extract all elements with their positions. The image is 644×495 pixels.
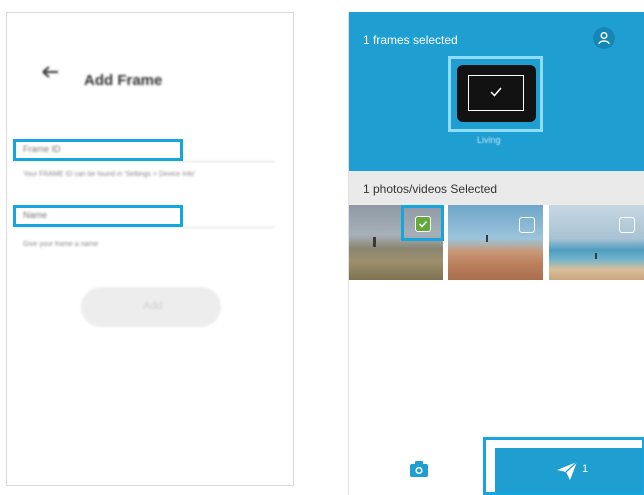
add-button-label: Add — [143, 300, 163, 312]
user-icon — [598, 32, 610, 45]
photos-selected-label: 1 photos/videos Selected — [363, 182, 498, 196]
photos-selected-bar: 1 photos/videos Selected — [349, 171, 644, 205]
frame-name-label: Living — [477, 135, 501, 145]
checkbox-highlight — [401, 205, 444, 241]
name-field-highlight — [13, 205, 183, 227]
person-figure — [595, 253, 597, 259]
frame-id-hint: Your FRAME ID can be found in 'Settings … — [23, 171, 196, 178]
add-frame-screen: Add Frame Frame ID Your FRAME ID can be … — [6, 12, 294, 486]
page-title: Add Frame — [84, 72, 163, 89]
name-hint: Give your frame a name — [23, 241, 99, 248]
send-button-highlight — [483, 437, 644, 495]
camera-icon[interactable] — [409, 460, 429, 478]
photo-checkbox-unchecked[interactable] — [619, 217, 635, 233]
frame-selection-highlight — [448, 56, 543, 132]
frame-id-field-highlight — [13, 139, 183, 161]
send-photos-screen: 1 frames selected Living 1 photos/videos… — [348, 12, 644, 495]
frames-selected-label: 1 frames selected — [363, 33, 458, 47]
profile-button[interactable] — [593, 27, 615, 49]
add-frame-button[interactable]: Add — [81, 287, 221, 327]
back-arrow-icon[interactable] — [41, 65, 59, 79]
photo-checkbox-unchecked[interactable] — [519, 217, 535, 233]
frames-header: 1 frames selected Living — [349, 12, 644, 171]
person-figure — [486, 235, 488, 242]
person-figure — [373, 237, 376, 247]
